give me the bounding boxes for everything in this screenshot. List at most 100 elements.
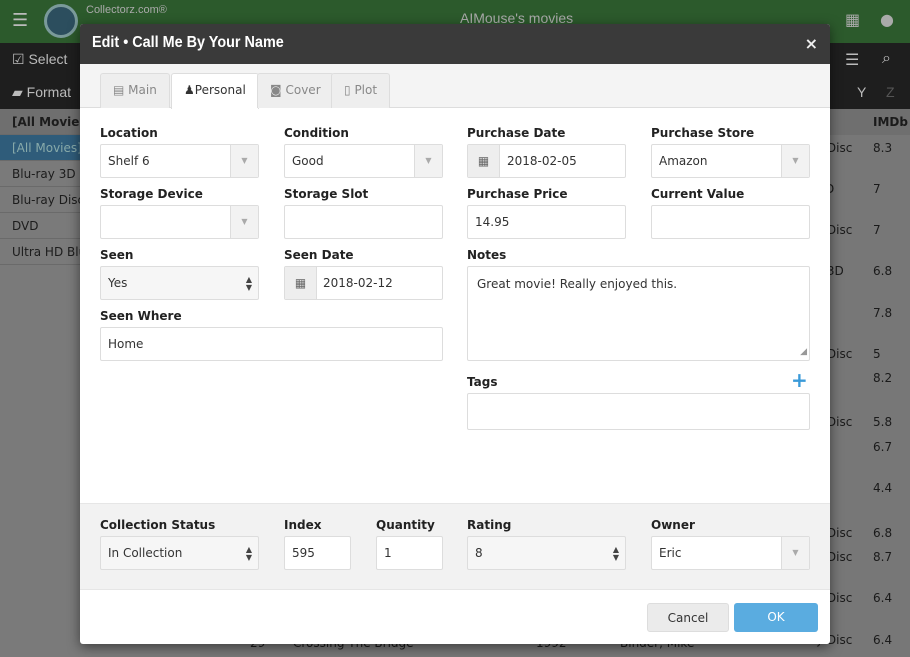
letter-z[interactable]: Z bbox=[886, 84, 895, 100]
seen-value: Yes bbox=[108, 276, 128, 290]
select-label: Select bbox=[28, 51, 68, 67]
imdb-cell: 4.4 bbox=[873, 481, 893, 495]
owner-value: Eric bbox=[659, 546, 682, 560]
format-label: Format bbox=[26, 84, 71, 100]
imdb-cell: 7 bbox=[873, 182, 881, 196]
tab-label: Personal bbox=[194, 83, 246, 97]
user-icon[interactable]: ● bbox=[880, 10, 894, 29]
brand: Collectorz.com® bbox=[86, 4, 167, 16]
seen-label: Seen bbox=[100, 248, 134, 262]
add-tag-plus-icon[interactable]: + bbox=[791, 368, 808, 392]
storage-device-label: Storage Device bbox=[100, 187, 203, 201]
quantity-input[interactable]: 1 bbox=[376, 536, 443, 570]
owner-select[interactable]: Eric ▼ bbox=[651, 536, 810, 570]
current-value-label: Current Value bbox=[651, 187, 745, 201]
collection-section: Collection Status In Collection ▲ ▼ Index … bbox=[80, 503, 830, 590]
purchase-store-select[interactable]: Amazon ▼ bbox=[651, 144, 810, 178]
document-icon: ▯ bbox=[344, 83, 351, 97]
col-imdb-header[interactable]: IMDb bbox=[873, 115, 908, 129]
search-icon[interactable]: ⌕ bbox=[882, 50, 891, 68]
tab-plot[interactable]: ▯ Plot bbox=[331, 73, 391, 108]
condition-select[interactable]: Good ▼ bbox=[284, 144, 443, 178]
list-icon[interactable]: ☰ bbox=[845, 50, 859, 70]
notes-value: Great movie! Really enjoyed this. bbox=[477, 277, 678, 291]
dialog-title: Edit • Call Me By Your Name bbox=[92, 34, 284, 51]
chevron-down-icon[interactable]: ▼ bbox=[414, 145, 442, 177]
purchase-price-input[interactable]: 14.95 bbox=[467, 205, 626, 239]
purchase-store-label: Purchase Store bbox=[651, 126, 755, 140]
collection-status-select[interactable]: In Collection ▲ ▼ bbox=[100, 536, 259, 570]
collection-status-label: Collection Status bbox=[100, 518, 216, 532]
storage-slot-input[interactable] bbox=[284, 205, 443, 239]
index-input[interactable]: 595 bbox=[284, 536, 351, 570]
seen-where-input[interactable]: Home bbox=[100, 327, 443, 361]
tab-cover[interactable]: ◙ Cover bbox=[257, 73, 334, 108]
tab-personal[interactable]: ♟Personal bbox=[171, 73, 259, 109]
imdb-cell: 5 bbox=[873, 347, 881, 361]
seen-date-value: 2018-02-12 bbox=[323, 276, 393, 290]
imdb-cell: 5.8 bbox=[873, 415, 893, 429]
quantity-label: Quantity bbox=[376, 518, 435, 532]
updown-icon: ▲ ▼ bbox=[245, 545, 252, 562]
seen-date-input[interactable]: ▦ 2018-02-12 bbox=[284, 266, 443, 300]
rating-select[interactable]: 8 ▲ ▼ bbox=[467, 536, 626, 570]
calendar-icon[interactable]: ▦ bbox=[468, 145, 500, 177]
grid-icon[interactable]: ▦ bbox=[845, 10, 860, 29]
chevron-down-icon[interactable]: ▼ bbox=[781, 145, 809, 177]
imdb-cell: 8.2 bbox=[873, 371, 893, 385]
format-button[interactable]: ▰ Format bbox=[12, 84, 71, 101]
chevron-down-icon[interactable]: ▼ bbox=[230, 145, 258, 177]
owner-label: Owner bbox=[651, 518, 695, 532]
imdb-cell: 7 bbox=[873, 223, 881, 237]
storage-device-select[interactable]: ▼ bbox=[100, 205, 259, 239]
film-icon: ▤ bbox=[113, 83, 125, 97]
imdb-cell: 8.7 bbox=[873, 550, 893, 564]
index-label: Index bbox=[284, 518, 322, 532]
tab-label: Cover bbox=[285, 83, 321, 97]
notes-textarea[interactable]: Great movie! Really enjoyed this. ◢ bbox=[467, 266, 810, 361]
chevron-down-icon[interactable]: ▼ bbox=[230, 206, 258, 238]
updown-icon: ▲ ▼ bbox=[612, 545, 619, 562]
collection-status-value: In Collection bbox=[108, 546, 183, 560]
edit-dialog: Edit • Call Me By Your Name × ▤ Main ♟Pe… bbox=[80, 24, 830, 644]
purchase-price-label: Purchase Price bbox=[467, 187, 568, 201]
tab-bar: ▤ Main ♟Personal ◙ Cover ▯ Plot bbox=[80, 64, 830, 109]
imdb-cell: 6.4 bbox=[873, 633, 893, 647]
tab-main[interactable]: ▤ Main bbox=[100, 73, 170, 108]
purchase-store-value: Amazon bbox=[659, 154, 708, 168]
rating-value: 8 bbox=[475, 546, 483, 560]
letter-y[interactable]: Y bbox=[857, 84, 866, 100]
imdb-cell: 6.8 bbox=[873, 264, 893, 278]
imdb-cell: 6.7 bbox=[873, 440, 893, 454]
select-button[interactable]: ☑ Select bbox=[12, 51, 67, 68]
tab-label: Plot bbox=[354, 83, 378, 97]
current-value-input[interactable] bbox=[651, 205, 810, 239]
imdb-cell: 6.8 bbox=[873, 526, 893, 540]
imdb-cell: 6.4 bbox=[873, 591, 893, 605]
location-value: Shelf 6 bbox=[108, 154, 150, 168]
tags-label: Tags bbox=[467, 375, 498, 389]
seen-select[interactable]: Yes ▲ ▼ bbox=[100, 266, 259, 300]
seen-where-label: Seen Where bbox=[100, 309, 182, 323]
purchase-date-label: Purchase Date bbox=[467, 126, 566, 140]
close-icon[interactable]: × bbox=[805, 34, 818, 53]
storage-slot-label: Storage Slot bbox=[284, 187, 369, 201]
seen-date-label: Seen Date bbox=[284, 248, 354, 262]
user-icon: ♟ bbox=[184, 83, 195, 97]
menu-icon[interactable]: ☰ bbox=[12, 10, 28, 31]
notes-label: Notes bbox=[467, 248, 507, 262]
purchase-date-value: 2018-02-05 bbox=[507, 154, 577, 168]
purchase-date-input[interactable]: ▦ 2018-02-05 bbox=[467, 144, 626, 178]
updown-icon: ▲ ▼ bbox=[245, 275, 252, 292]
calendar-icon[interactable]: ▦ bbox=[285, 267, 317, 299]
cancel-button[interactable]: Cancel bbox=[647, 603, 729, 632]
location-select[interactable]: Shelf 6 ▼ bbox=[100, 144, 259, 178]
resize-handle-icon[interactable]: ◢ bbox=[800, 344, 807, 360]
tags-input[interactable] bbox=[467, 393, 810, 430]
ok-button[interactable]: OK bbox=[734, 603, 818, 632]
chevron-down-icon[interactable]: ▼ bbox=[781, 537, 809, 569]
tab-label: Main bbox=[128, 83, 157, 97]
camera-icon: ◙ bbox=[270, 83, 282, 97]
condition-label: Condition bbox=[284, 126, 349, 140]
logo-icon bbox=[44, 4, 78, 38]
